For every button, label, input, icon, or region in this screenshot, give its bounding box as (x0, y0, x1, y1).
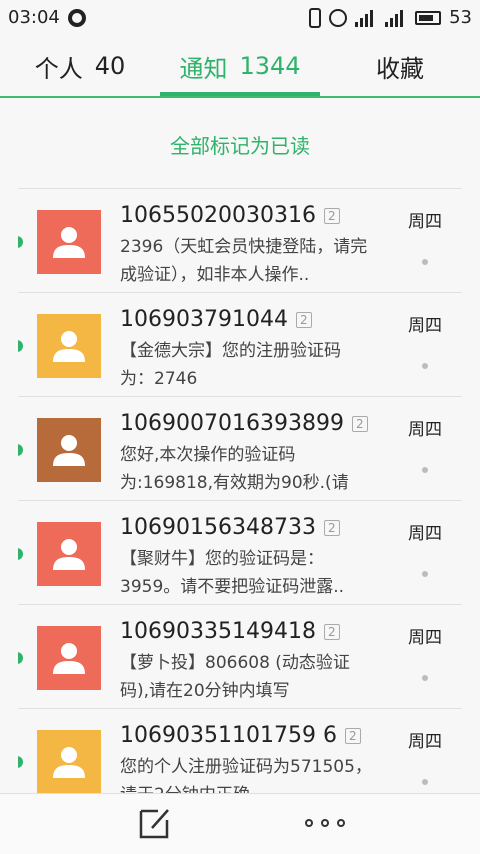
message-row[interactable]: 10655020030316 2 2396（天虹会员快捷登陆，请完成验证），如非… (18, 189, 462, 293)
sender-number: 1069007016393899 (120, 411, 344, 436)
status-left: 03:04 (8, 7, 86, 28)
message-preview: 【聚财牛】您的验证码是：3959。请不要把验证码泄露.. (120, 549, 345, 597)
tab-label: 个人 (34, 54, 83, 83)
message-day: 周四 (408, 212, 442, 232)
person-icon (53, 331, 85, 362)
thread-count-badge: 2 (323, 623, 340, 640)
message-preview: 【萝卜投】806608 (动态验证码),请在20分钟内填写 (120, 653, 350, 701)
avatar (37, 210, 101, 274)
unread-dot (18, 444, 23, 456)
sender-number: 10690156348733 (120, 515, 316, 540)
person-icon (53, 747, 85, 778)
person-icon (53, 435, 85, 466)
status-dot (422, 259, 428, 265)
avatar (37, 626, 101, 690)
more-button[interactable] (305, 812, 345, 834)
thread-count-badge: 2 (295, 311, 312, 328)
message-day: 周四 (408, 732, 442, 752)
signal-icon (385, 9, 407, 27)
thread-count-badge: 2 (323, 207, 340, 224)
signal-4g-icon (355, 9, 377, 27)
message-row[interactable]: 1069007016393899 2 您好,本次操作的验证码为:169818,有… (18, 397, 462, 501)
thread-count-badge: 2 (323, 519, 340, 536)
sender: 10655020030316 2 (120, 203, 340, 228)
unread-dot (18, 236, 23, 248)
status-bar: 03:04 53 (0, 0, 480, 36)
unread-dot (18, 340, 23, 352)
sender-number: 106903791044 (120, 307, 288, 332)
tab-count: 1344 (239, 52, 301, 80)
tab-personal[interactable]: 个人 40 (0, 36, 160, 96)
tab-bar: 个人 40 通知 1344 收藏 (0, 36, 480, 98)
message-list: 10655020030316 2 2396（天虹会员快捷登陆，请完成验证），如非… (18, 188, 462, 794)
compose-icon (139, 809, 169, 839)
message-row[interactable]: 10690156348733 2 【聚财牛】您的验证码是：3959。请不要把验证… (18, 501, 462, 605)
status-time: 03:04 (8, 7, 60, 28)
message-day: 周四 (408, 628, 442, 648)
status-dot (422, 779, 428, 785)
message-day: 周四 (408, 420, 442, 440)
unread-dot (18, 652, 23, 664)
battery-level: 53 (449, 7, 472, 28)
tab-count: 40 (94, 52, 126, 80)
tab-favorites[interactable]: 收藏 (320, 36, 480, 96)
sender: 106903791044 2 (120, 307, 312, 332)
person-icon (53, 227, 85, 258)
status-dot (422, 675, 428, 681)
message-day: 周四 (408, 524, 442, 544)
avatar (37, 418, 101, 482)
sender: 10690156348733 2 (120, 515, 340, 540)
sync-icon (67, 8, 86, 27)
alarm-icon (329, 8, 348, 27)
avatar (37, 522, 101, 586)
status-dot (422, 467, 428, 473)
more-icon (305, 819, 313, 827)
status-right: 53 (309, 7, 472, 28)
status-dot (422, 363, 428, 369)
message-row[interactable]: 10690351101759 6 2 您的个人注册验证码为571505，请于2分… (18, 709, 462, 794)
tab-label: 通知 (179, 54, 228, 83)
status-dot (422, 571, 428, 577)
sender: 10690335149418 2 (120, 619, 340, 644)
sender: 1069007016393899 2 (120, 411, 368, 436)
battery-icon (415, 10, 442, 25)
compose-button[interactable] (138, 806, 172, 840)
avatar (37, 314, 101, 378)
person-icon (53, 539, 85, 570)
tab-notifications[interactable]: 通知 1344 (160, 36, 320, 96)
sender-number: 10690335149418 (120, 619, 316, 644)
sender-number: 10655020030316 (120, 203, 316, 228)
message-day: 周四 (408, 316, 442, 336)
vibrate-icon (309, 7, 322, 28)
unread-dot (18, 548, 23, 560)
message-preview: 您好,本次操作的验证码为:169818,有效期为90秒.(请确.. (120, 445, 349, 493)
mark-all-read-button[interactable]: 全部标记为已读 (0, 124, 480, 164)
bottom-bar (0, 793, 480, 854)
thread-count-badge: 2 (344, 727, 361, 744)
message-preview: 【金德大宗】您的注册验证码为：2746 (120, 341, 341, 389)
avatar (37, 730, 101, 794)
unread-dot (18, 756, 23, 768)
message-row[interactable]: 10690335149418 2 【萝卜投】806608 (动态验证码),请在2… (18, 605, 462, 709)
sender: 10690351101759 6 2 (120, 723, 361, 748)
person-icon (53, 643, 85, 674)
message-row[interactable]: 106903791044 2 【金德大宗】您的注册验证码为：2746 周四 (18, 293, 462, 397)
message-preview: 2396（天虹会员快捷登陆，请完成验证），如非本人操作.. (120, 237, 368, 285)
tab-label: 收藏 (376, 54, 424, 83)
message-preview: 您的个人注册验证码为571505，请于2分钟内正确.. (120, 757, 372, 794)
sender-number: 10690351101759 6 (120, 723, 337, 748)
thread-count-badge: 2 (351, 415, 368, 432)
